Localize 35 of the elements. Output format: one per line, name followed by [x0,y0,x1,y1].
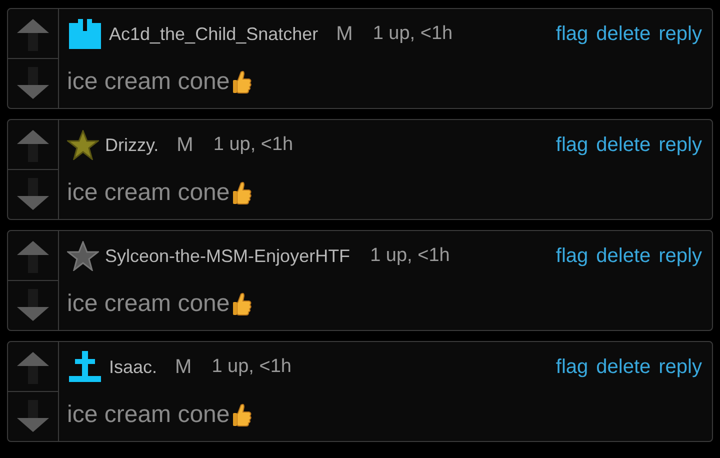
comment-action-link[interactable]: reply [658,244,702,268]
comment-text: ice cream cone [67,68,230,96]
comment-meta: 1 up, <1h [372,23,453,45]
comment-action-link[interactable]: flag [556,244,588,268]
comment-text: ice cream cone [67,178,230,206]
comment-action-link[interactable]: flag [556,356,588,378]
star-icon [67,241,99,271]
comment-meta: 1 up, <1h [212,356,292,378]
username[interactable]: Sylceon-the-MSM-EnjoyerHTF [105,246,350,266]
comment-text: ice cream cone [67,290,230,318]
comment-action-link[interactable]: delete [596,134,651,156]
comment-action-link[interactable]: reply [658,134,702,156]
comment-meta: 1 up, <1h [370,245,450,267]
gender-label: M [336,22,353,46]
gender-label: M [175,356,192,378]
cross-icon [67,349,103,385]
thumbs-up-icon [232,70,252,94]
username[interactable]: Ac1d_the_Child_Snatcher [109,24,318,44]
comment-action-link[interactable]: reply [658,356,702,378]
comment-action-link[interactable]: reply [658,22,702,46]
star-icon [67,130,99,160]
comment-meta: 1 up, <1h [213,134,294,156]
thumbs-up-icon [232,180,252,204]
thumbs-up-icon [232,402,252,426]
username[interactable]: Drizzy. [105,134,159,156]
comment-action-link[interactable]: delete [596,356,651,378]
thumbs-up-icon [232,292,252,316]
comment-action-link[interactable]: delete [596,22,651,46]
comment-text: ice cream cone [67,400,230,428]
comment-action-link[interactable]: flag [556,22,588,46]
comment-action-link[interactable]: delete [596,244,651,268]
gender-label: M [176,134,194,156]
pixel-avatar-icon [67,19,103,49]
username[interactable]: Isaac. [109,356,158,378]
comment-action-link[interactable]: flag [556,134,588,156]
